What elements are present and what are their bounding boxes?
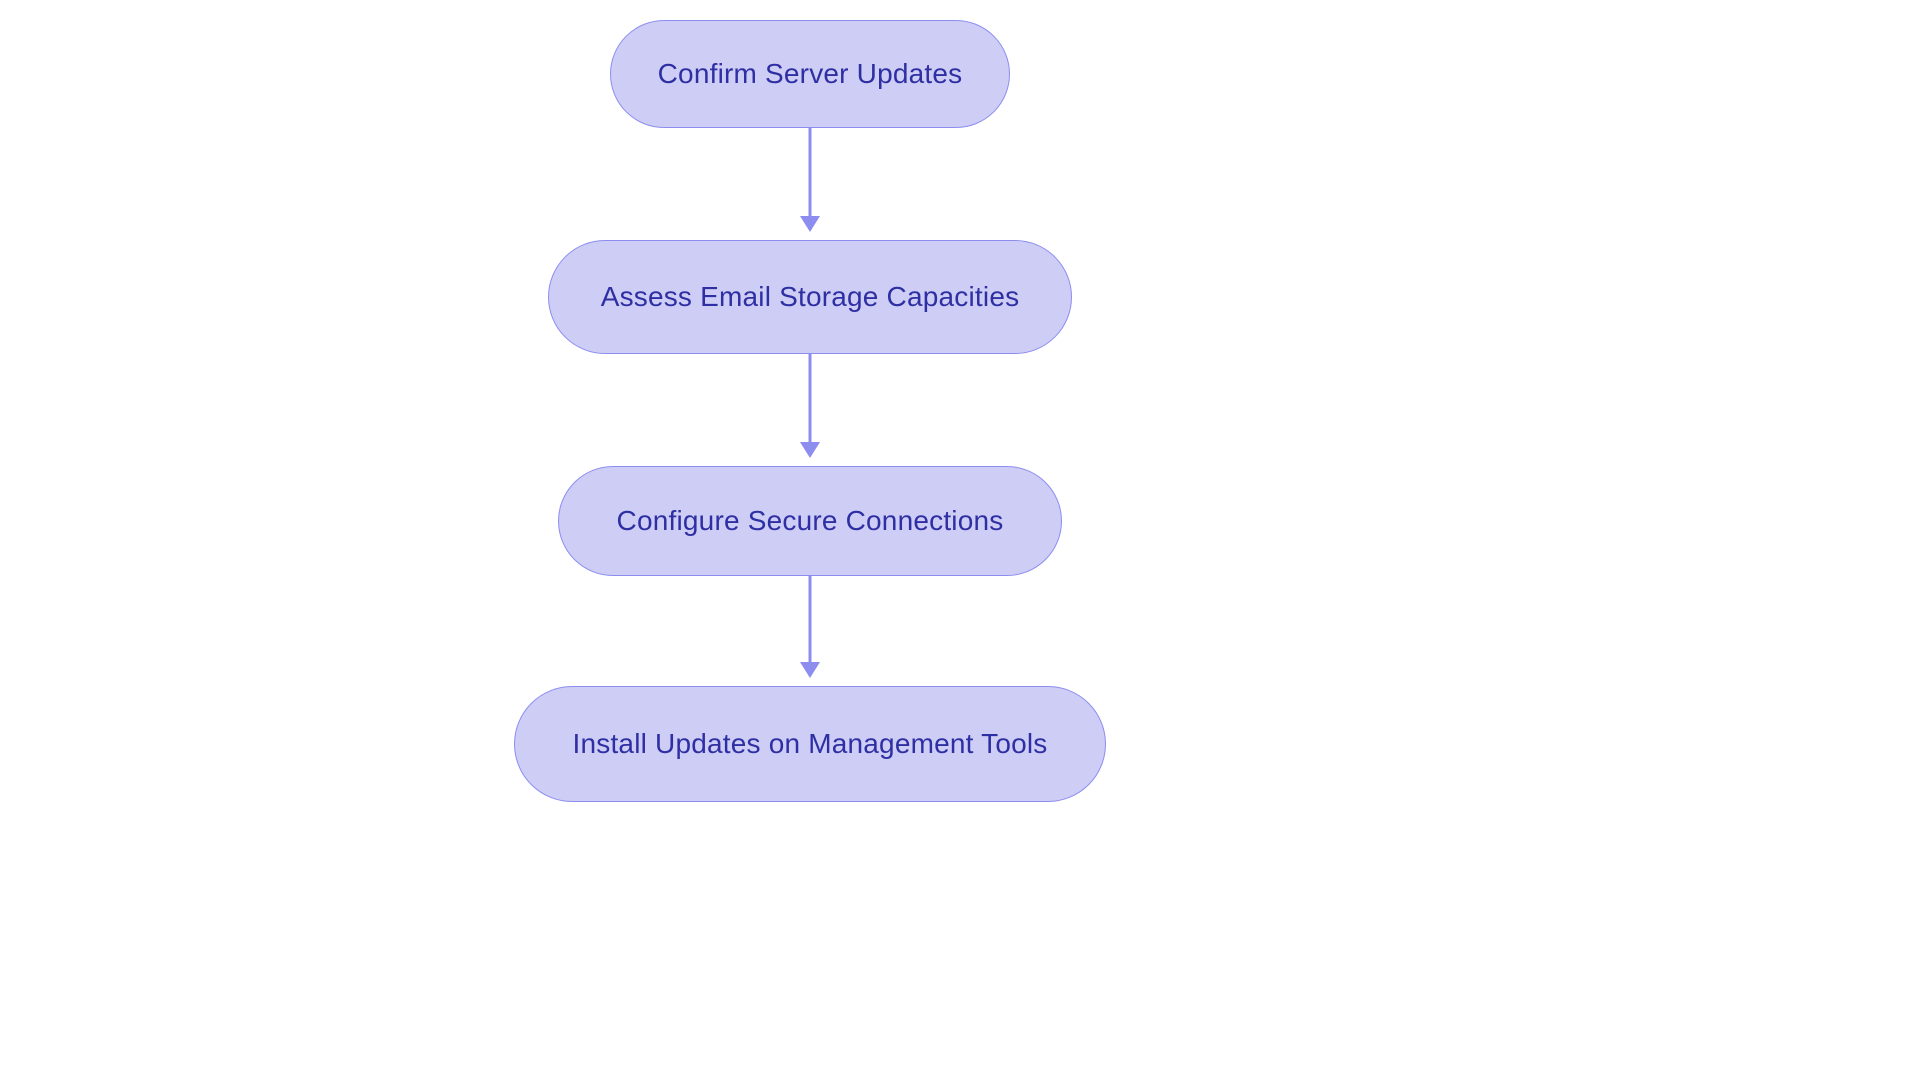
flow-node-install-updates-management-tools: Install Updates on Management Tools <box>514 686 1106 802</box>
arrowhead-icon <box>800 442 820 458</box>
diagram-canvas: Confirm Server Updates Assess Email Stor… <box>0 0 1920 1080</box>
arrowhead-icon <box>800 662 820 678</box>
flow-arrow <box>809 354 812 442</box>
flow-node-confirm-server-updates: Confirm Server Updates <box>610 20 1010 128</box>
node-label: Install Updates on Management Tools <box>573 728 1048 760</box>
node-label: Configure Secure Connections <box>617 505 1004 537</box>
flow-node-assess-email-storage: Assess Email Storage Capacities <box>548 240 1072 354</box>
flow-node-configure-secure-connections: Configure Secure Connections <box>558 466 1062 576</box>
flow-arrow <box>809 128 812 216</box>
node-label: Assess Email Storage Capacities <box>601 281 1020 313</box>
flow-arrow <box>809 576 812 662</box>
arrowhead-icon <box>800 216 820 232</box>
flowchart: Confirm Server Updates Assess Email Stor… <box>310 0 1310 1080</box>
node-label: Confirm Server Updates <box>658 58 963 90</box>
